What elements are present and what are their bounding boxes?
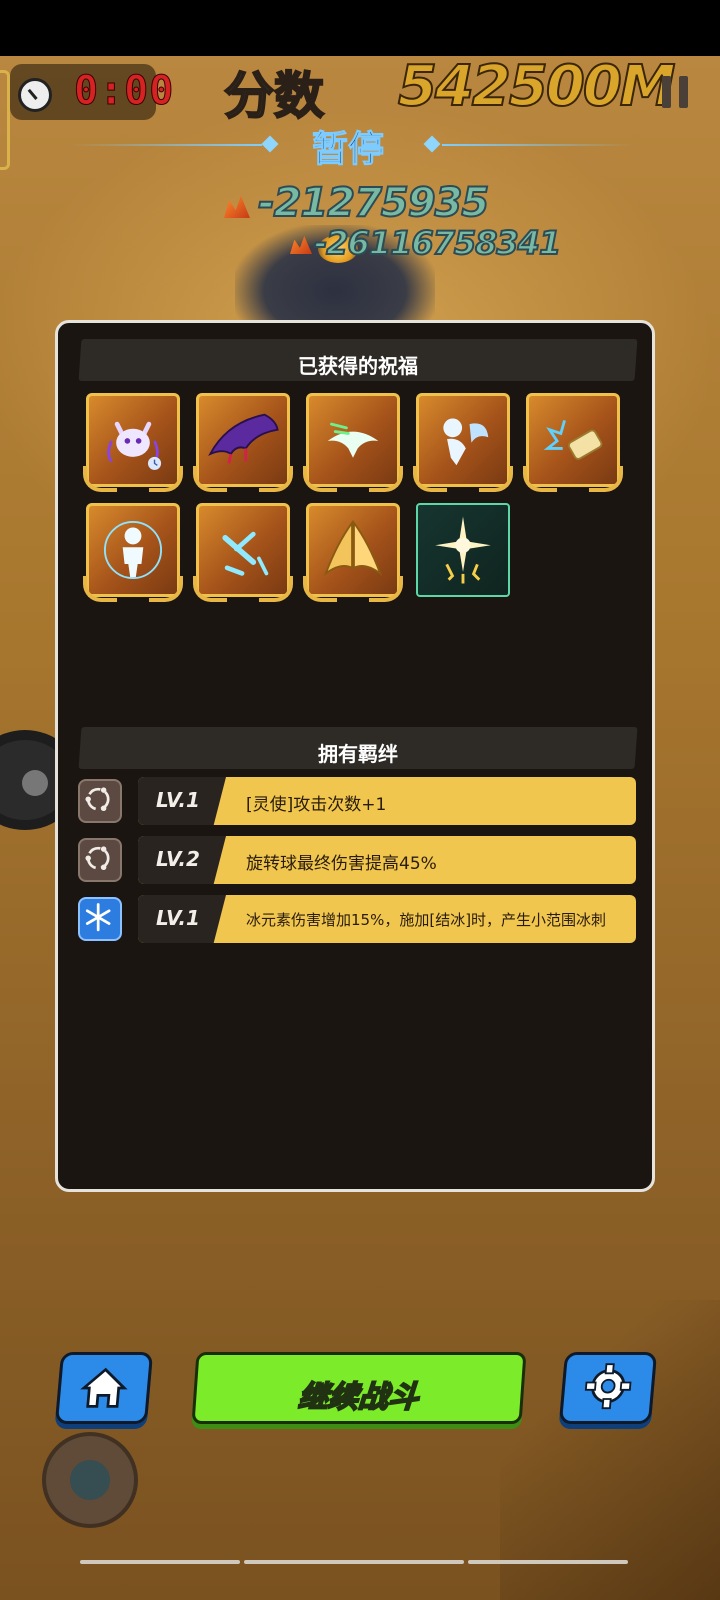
bond-level: LV.1 — [156, 906, 200, 930]
bond-bar: LV.2 旋转球最终伤害提高45% — [138, 836, 636, 884]
side-frame — [0, 70, 10, 170]
clock-icon — [18, 78, 52, 112]
blessing-slot-selected[interactable] — [416, 503, 510, 597]
blessing-slot[interactable] — [193, 503, 293, 602]
snowflake-icon — [85, 903, 111, 932]
score-label: 分数 — [223, 66, 325, 126]
title-divider-right — [442, 144, 634, 146]
bond-bar: LV.1 [灵使]攻击次数+1 — [138, 777, 636, 825]
castle-button[interactable] — [42, 1432, 138, 1528]
bond-description: 冰元素伤害增加15%，施加[结冰]时，产生小范围冰刺 — [246, 911, 607, 929]
continue-battle-button[interactable]: 继续战斗 — [191, 1352, 527, 1424]
settings-button[interactable] — [558, 1352, 658, 1424]
continue-battle-label: 继续战斗 — [296, 1379, 420, 1416]
scattered-bones-icon — [222, 531, 269, 576]
timer-value: 0:00 — [73, 68, 175, 115]
blessings-title: 已获得的祝福 — [298, 354, 418, 378]
bond-row: LV.1 冰元素伤害增加15%，施加[结冰]时，产生小范围冰刺 — [78, 895, 638, 943]
background-shadow — [500, 1300, 720, 1600]
spirit-angel-icon — [443, 418, 489, 466]
bond-level: LV.1 — [156, 788, 200, 812]
bond-level-badge: LV.2 — [138, 836, 226, 884]
nav-indicator — [244, 1560, 464, 1564]
nav-indicator — [80, 1560, 240, 1564]
home-icon — [80, 1367, 128, 1408]
blessing-slot[interactable] — [303, 503, 403, 602]
pause-icon — [679, 76, 688, 108]
damage-number: -21275935 — [257, 179, 490, 227]
radiant-star-icon — [435, 516, 491, 584]
blessing-slot[interactable] — [83, 503, 183, 602]
lightning-figure-icon — [103, 520, 163, 580]
bond-icon — [78, 897, 122, 941]
blessing-slot[interactable] — [83, 393, 183, 492]
bond-level-badge: LV.1 — [138, 895, 226, 943]
orbit-icon — [85, 787, 110, 811]
title-divider-left — [70, 144, 262, 146]
blessing-slot[interactable] — [413, 393, 513, 492]
blessing-slot[interactable] — [193, 393, 293, 492]
blessing-slot[interactable] — [303, 393, 403, 492]
status-bar — [0, 0, 720, 56]
blessing-slot[interactable] — [523, 393, 623, 492]
pause-button[interactable] — [662, 76, 690, 108]
golden-wings-icon — [323, 519, 383, 577]
bond-icon — [78, 779, 122, 823]
demon-mask-icon — [107, 421, 162, 470]
bond-level: LV.2 — [156, 847, 200, 871]
damage-number: -26116758341 — [313, 223, 562, 263]
pause-panel: 已获得的祝福 拥有羁绊 LV.1 [灵使]攻击次数+1 LV.2 旋转球最终伤害… — [55, 320, 655, 1192]
bonds-title: 拥有羁绊 — [318, 742, 398, 766]
gear-icon — [584, 1363, 632, 1410]
bond-description: [灵使]攻击次数+1 — [246, 795, 387, 815]
orbit-icon — [85, 846, 110, 870]
pause-title: 暂停 — [311, 129, 385, 171]
nav-indicator — [468, 1560, 628, 1564]
score-value: 542500M — [397, 53, 677, 120]
pause-icon — [662, 76, 671, 108]
bond-description: 旋转球最终伤害提高45% — [246, 854, 437, 874]
home-button[interactable] — [54, 1352, 154, 1424]
winged-dash-icon — [327, 422, 379, 458]
bond-row: LV.2 旋转球最终伤害提高45% — [78, 836, 638, 884]
ice-scroll-icon — [543, 419, 603, 460]
bond-bar: LV.1 冰元素伤害增加15%，施加[结冰]时，产生小范围冰刺 — [138, 895, 636, 943]
bond-icon — [78, 838, 122, 882]
bond-row: LV.1 [灵使]攻击次数+1 — [78, 777, 638, 825]
bat-wings-icon — [208, 413, 279, 464]
bond-level-badge: LV.1 — [138, 777, 226, 825]
